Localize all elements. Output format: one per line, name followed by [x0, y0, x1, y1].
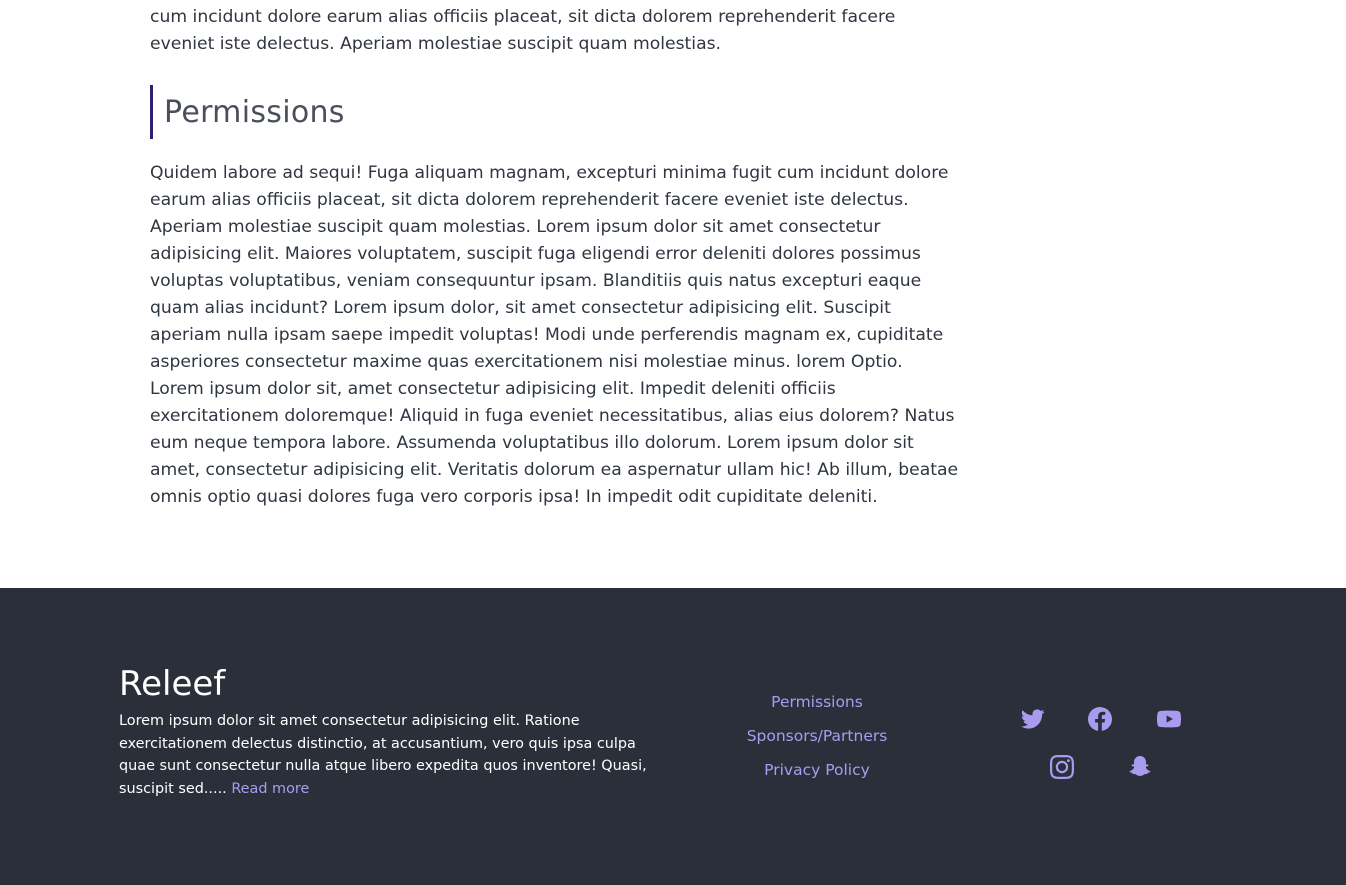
page: cupiditate deleniti. Quidem labore ad se…	[0, 0, 1346, 885]
footer-link-item: Privacy Policy	[717, 760, 917, 794]
footer-link-item: Sponsors/Partners	[717, 726, 917, 760]
footer-link-sponsors[interactable]: Sponsors/Partners	[747, 727, 888, 745]
twitter-icon[interactable]	[1020, 706, 1046, 732]
facebook-icon[interactable]	[1087, 706, 1113, 732]
footer-link-permissions[interactable]: Permissions	[771, 693, 863, 711]
footer: Releef Lorem ipsum dolor sit amet consec…	[0, 588, 1346, 885]
intro-paragraph: cupiditate deleniti. Quidem labore ad se…	[150, 7, 896, 54]
footer-description-text: Lorem ipsum dolor sit amet consectetur a…	[119, 713, 647, 798]
footer-link-item: Permissions	[717, 692, 917, 726]
section-heading: Permissions	[150, 85, 345, 139]
section-title: Permissions	[164, 94, 345, 130]
youtube-icon[interactable]	[1156, 706, 1182, 732]
footer-description: Lorem ipsum dolor sit amet consectetur a…	[119, 710, 664, 801]
instagram-icon[interactable]	[1049, 754, 1075, 780]
footer-links: Permissions Sponsors/Partners Privacy Po…	[717, 692, 917, 794]
footer-brand: Releef	[119, 664, 226, 704]
footer-link-privacy[interactable]: Privacy Policy	[764, 761, 870, 779]
section-body: Quidem labore ad sequi! Fuga aliquam mag…	[150, 163, 959, 507]
read-more-link[interactable]: Read more	[231, 781, 309, 797]
snapchat-icon[interactable]	[1127, 754, 1153, 780]
